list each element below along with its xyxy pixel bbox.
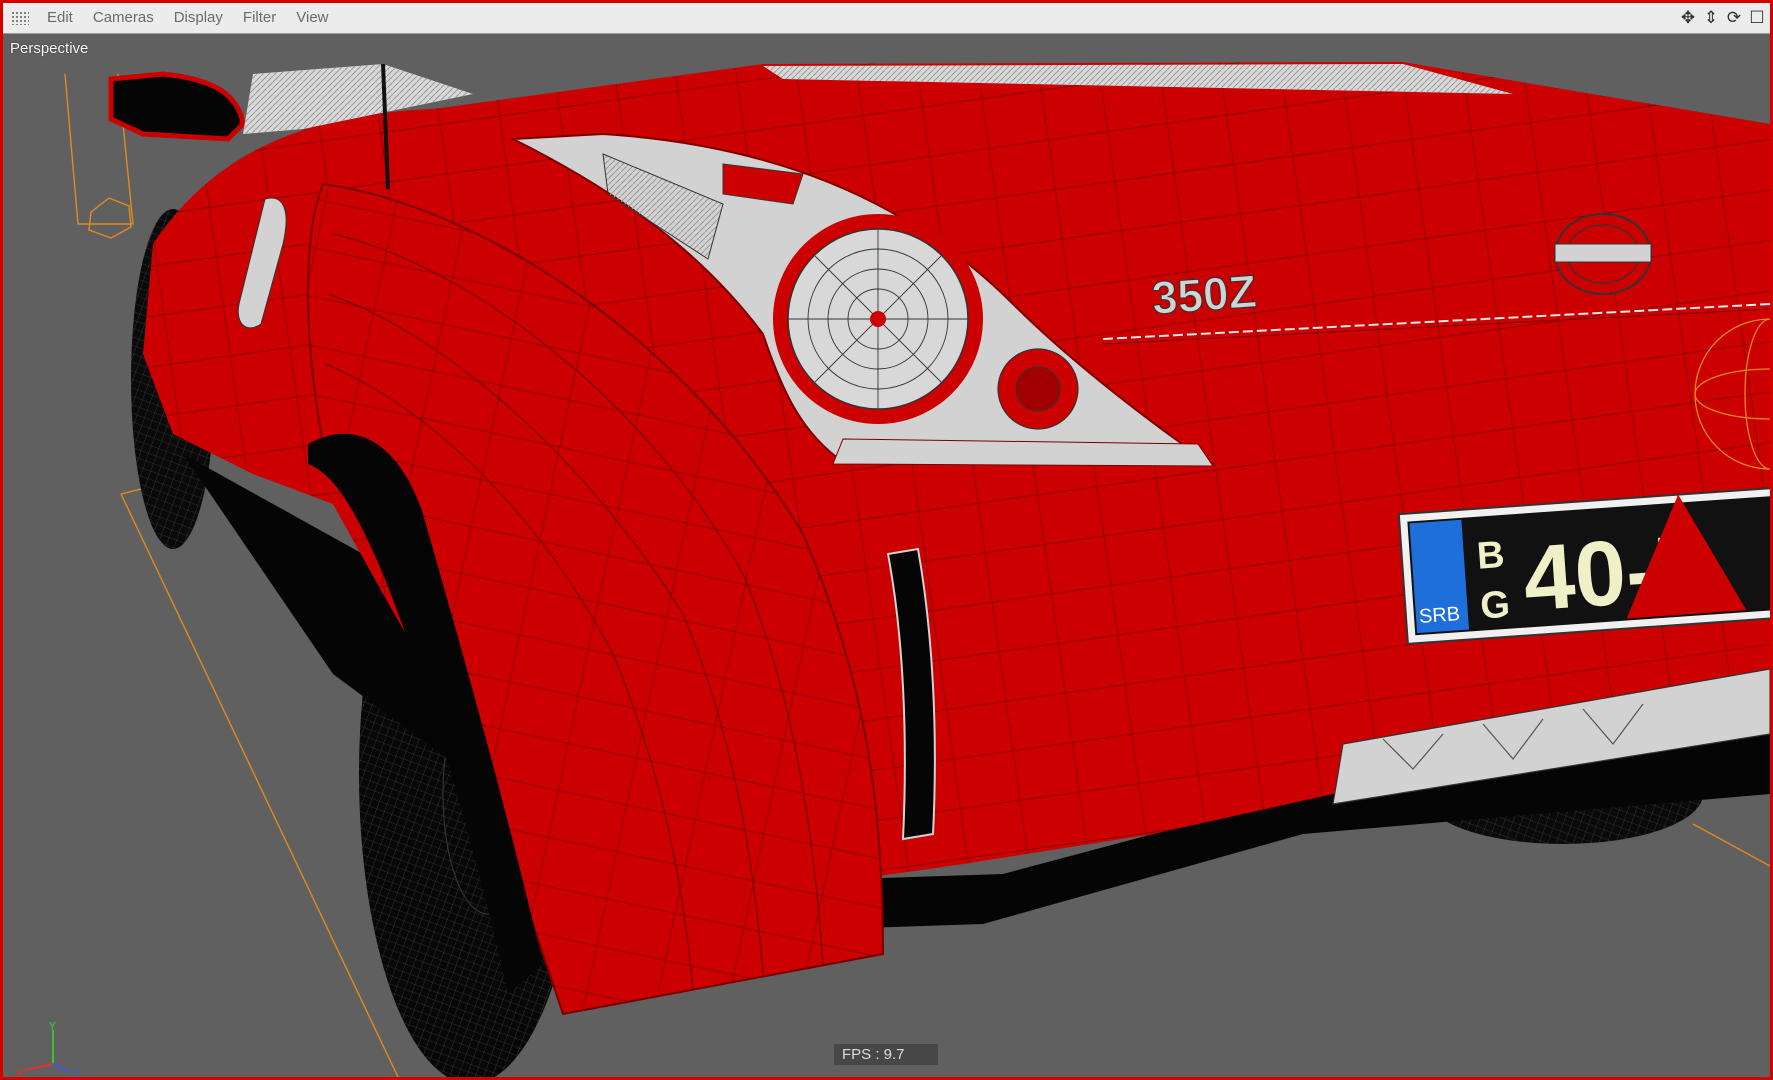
grip-icon[interactable] bbox=[11, 11, 29, 25]
camera-marker bbox=[88, 197, 132, 239]
viewport-nav-icons: ✥ ⇕ ⟳ ☐ bbox=[1679, 9, 1766, 27]
maximize-icon[interactable]: ☐ bbox=[1748, 9, 1766, 27]
viewport-menubar: Edit Cameras Display Filter View ✥ ⇕ ⟳ ☐ bbox=[3, 3, 1770, 34]
axis-gizmo: Y X Z bbox=[15, 1022, 79, 1077]
axis-x-label: X bbox=[15, 1066, 24, 1077]
zoom-icon[interactable]: ⇕ bbox=[1702, 9, 1720, 27]
viewport[interactable]: 350Z SRB B G 40-7 Perspective Y X Z FPS … bbox=[3, 34, 1770, 1077]
menu-display[interactable]: Display bbox=[164, 3, 233, 33]
plate-country: SRB bbox=[1418, 603, 1461, 628]
plate-city-bottom: G bbox=[1479, 584, 1511, 628]
license-plate: SRB B G 40-7 bbox=[1397, 486, 1770, 645]
model-badge: 350Z bbox=[1150, 265, 1258, 324]
rotate-icon[interactable]: ⟳ bbox=[1725, 9, 1743, 27]
view-label[interactable]: Perspective bbox=[10, 40, 88, 57]
brand-emblem bbox=[1554, 213, 1652, 295]
menu-cameras[interactable]: Cameras bbox=[83, 3, 164, 33]
menu-filter[interactable]: Filter bbox=[233, 3, 286, 33]
menu-edit[interactable]: Edit bbox=[37, 3, 83, 33]
side-mirror bbox=[108, 71, 246, 142]
axis-y-label: Y bbox=[48, 1022, 57, 1033]
axis-z-label: Z bbox=[71, 1068, 79, 1077]
plate-city-top: B bbox=[1476, 534, 1506, 578]
app-window: Edit Cameras Display Filter View ✥ ⇕ ⟳ ☐ bbox=[0, 0, 1773, 1080]
move-icon[interactable]: ✥ bbox=[1679, 9, 1697, 27]
menu-view[interactable]: View bbox=[286, 3, 338, 33]
fps-readout: FPS : 9.7 bbox=[834, 1044, 938, 1065]
wireframe-scene: 350Z SRB B G 40-7 bbox=[64, 62, 1770, 1077]
